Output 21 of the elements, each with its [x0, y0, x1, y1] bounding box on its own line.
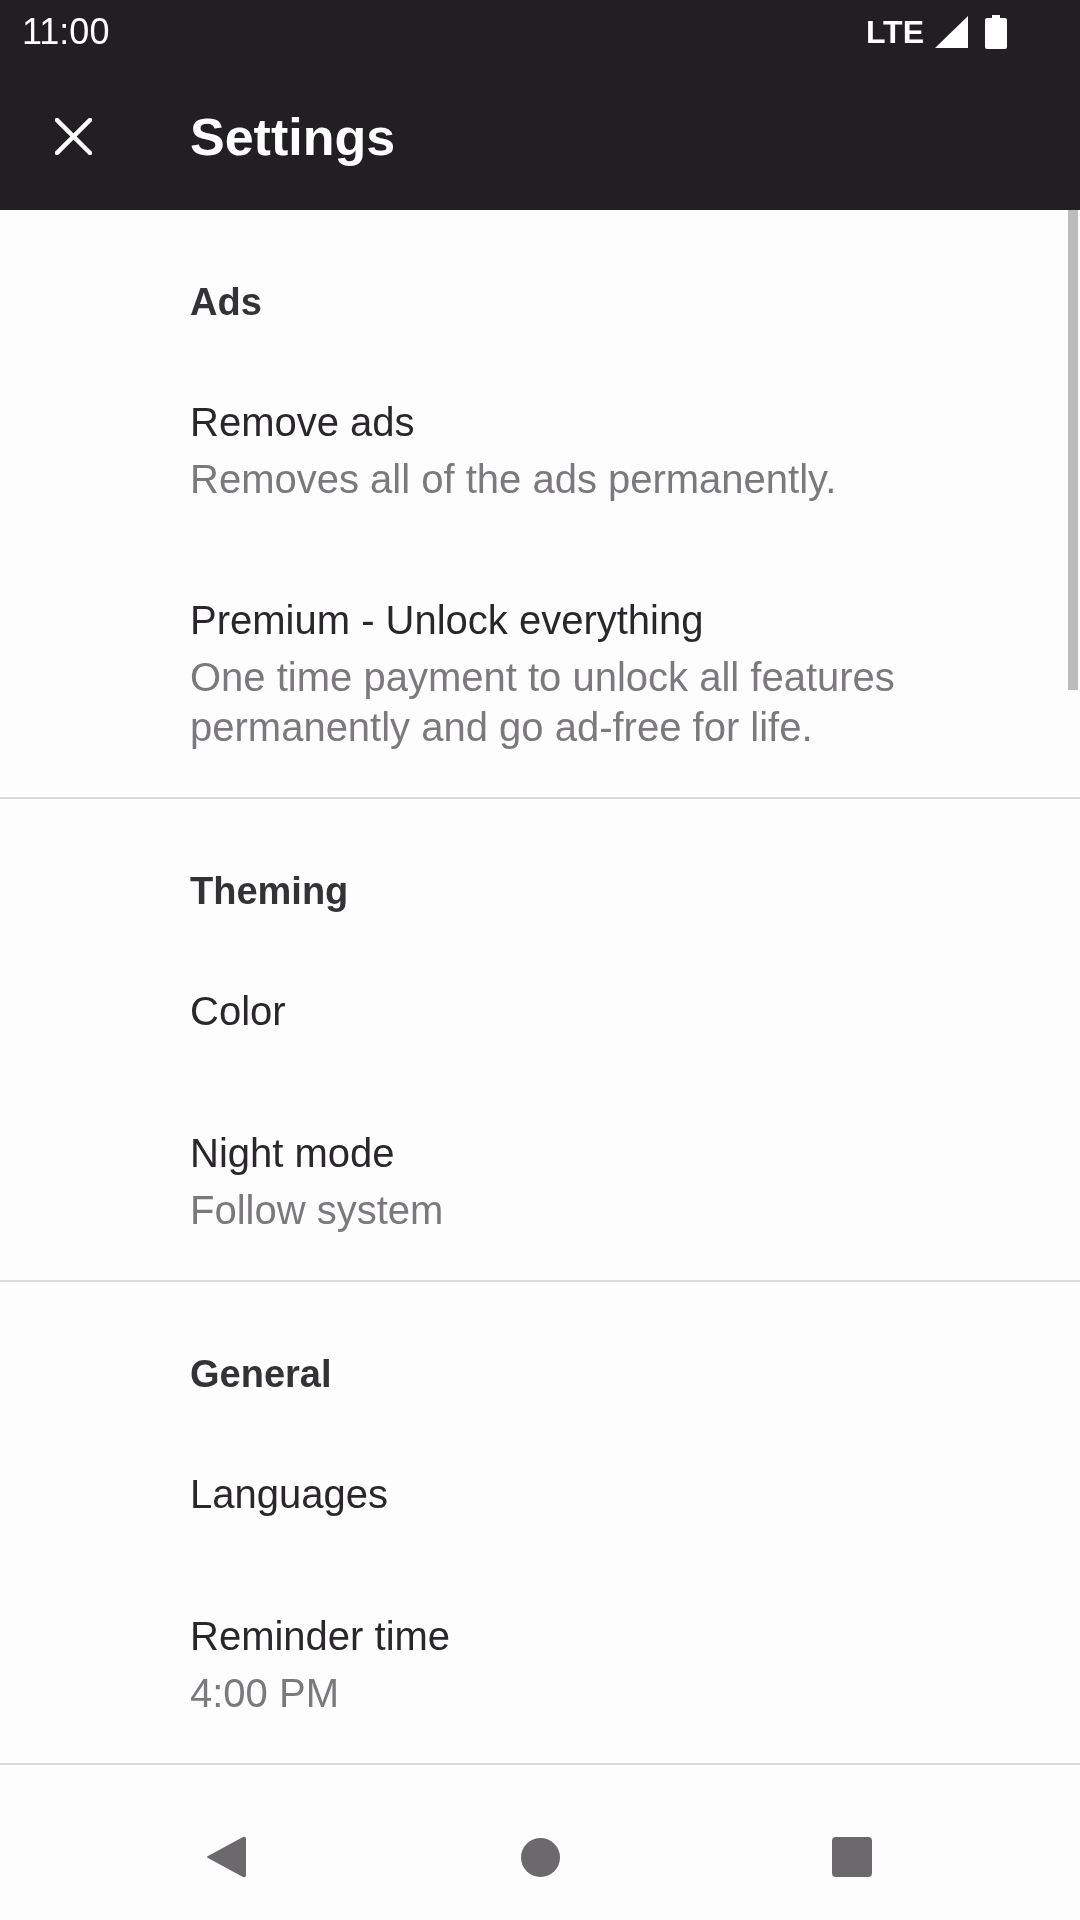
- battery-icon: [985, 14, 1007, 49]
- setting-summary: One time payment to unlock all features permanently and go ad-free for life.: [190, 654, 896, 751]
- status-time: 11:00: [22, 11, 110, 52]
- setting-title[interactable]: Night mode: [190, 1127, 395, 1179]
- setting-title[interactable]: Reminder time: [190, 1610, 451, 1662]
- setting-summary: Follow system: [190, 1187, 444, 1234]
- setting-title[interactable]: Color: [190, 985, 286, 1037]
- network-label: LTE: [865, 13, 924, 50]
- setting-title[interactable]: Premium - Unlock everything: [190, 594, 704, 646]
- home-icon[interactable]: [521, 1837, 560, 1877]
- screen-title: Settings: [190, 106, 396, 167]
- close-icon: [54, 118, 92, 155]
- setting-title[interactable]: Remove ads: [190, 396, 415, 448]
- back-icon[interactable]: [206, 1836, 246, 1878]
- setting-summary: 4:00 PM: [190, 1670, 339, 1717]
- signal-icon: [935, 15, 968, 48]
- setting-summary: Removes all of the ads permanently.: [190, 456, 837, 503]
- section-header: Ads: [190, 280, 262, 325]
- section-header: Theming: [190, 869, 349, 914]
- setting-title[interactable]: Languages: [190, 1468, 388, 1520]
- section-header: General: [190, 1352, 332, 1397]
